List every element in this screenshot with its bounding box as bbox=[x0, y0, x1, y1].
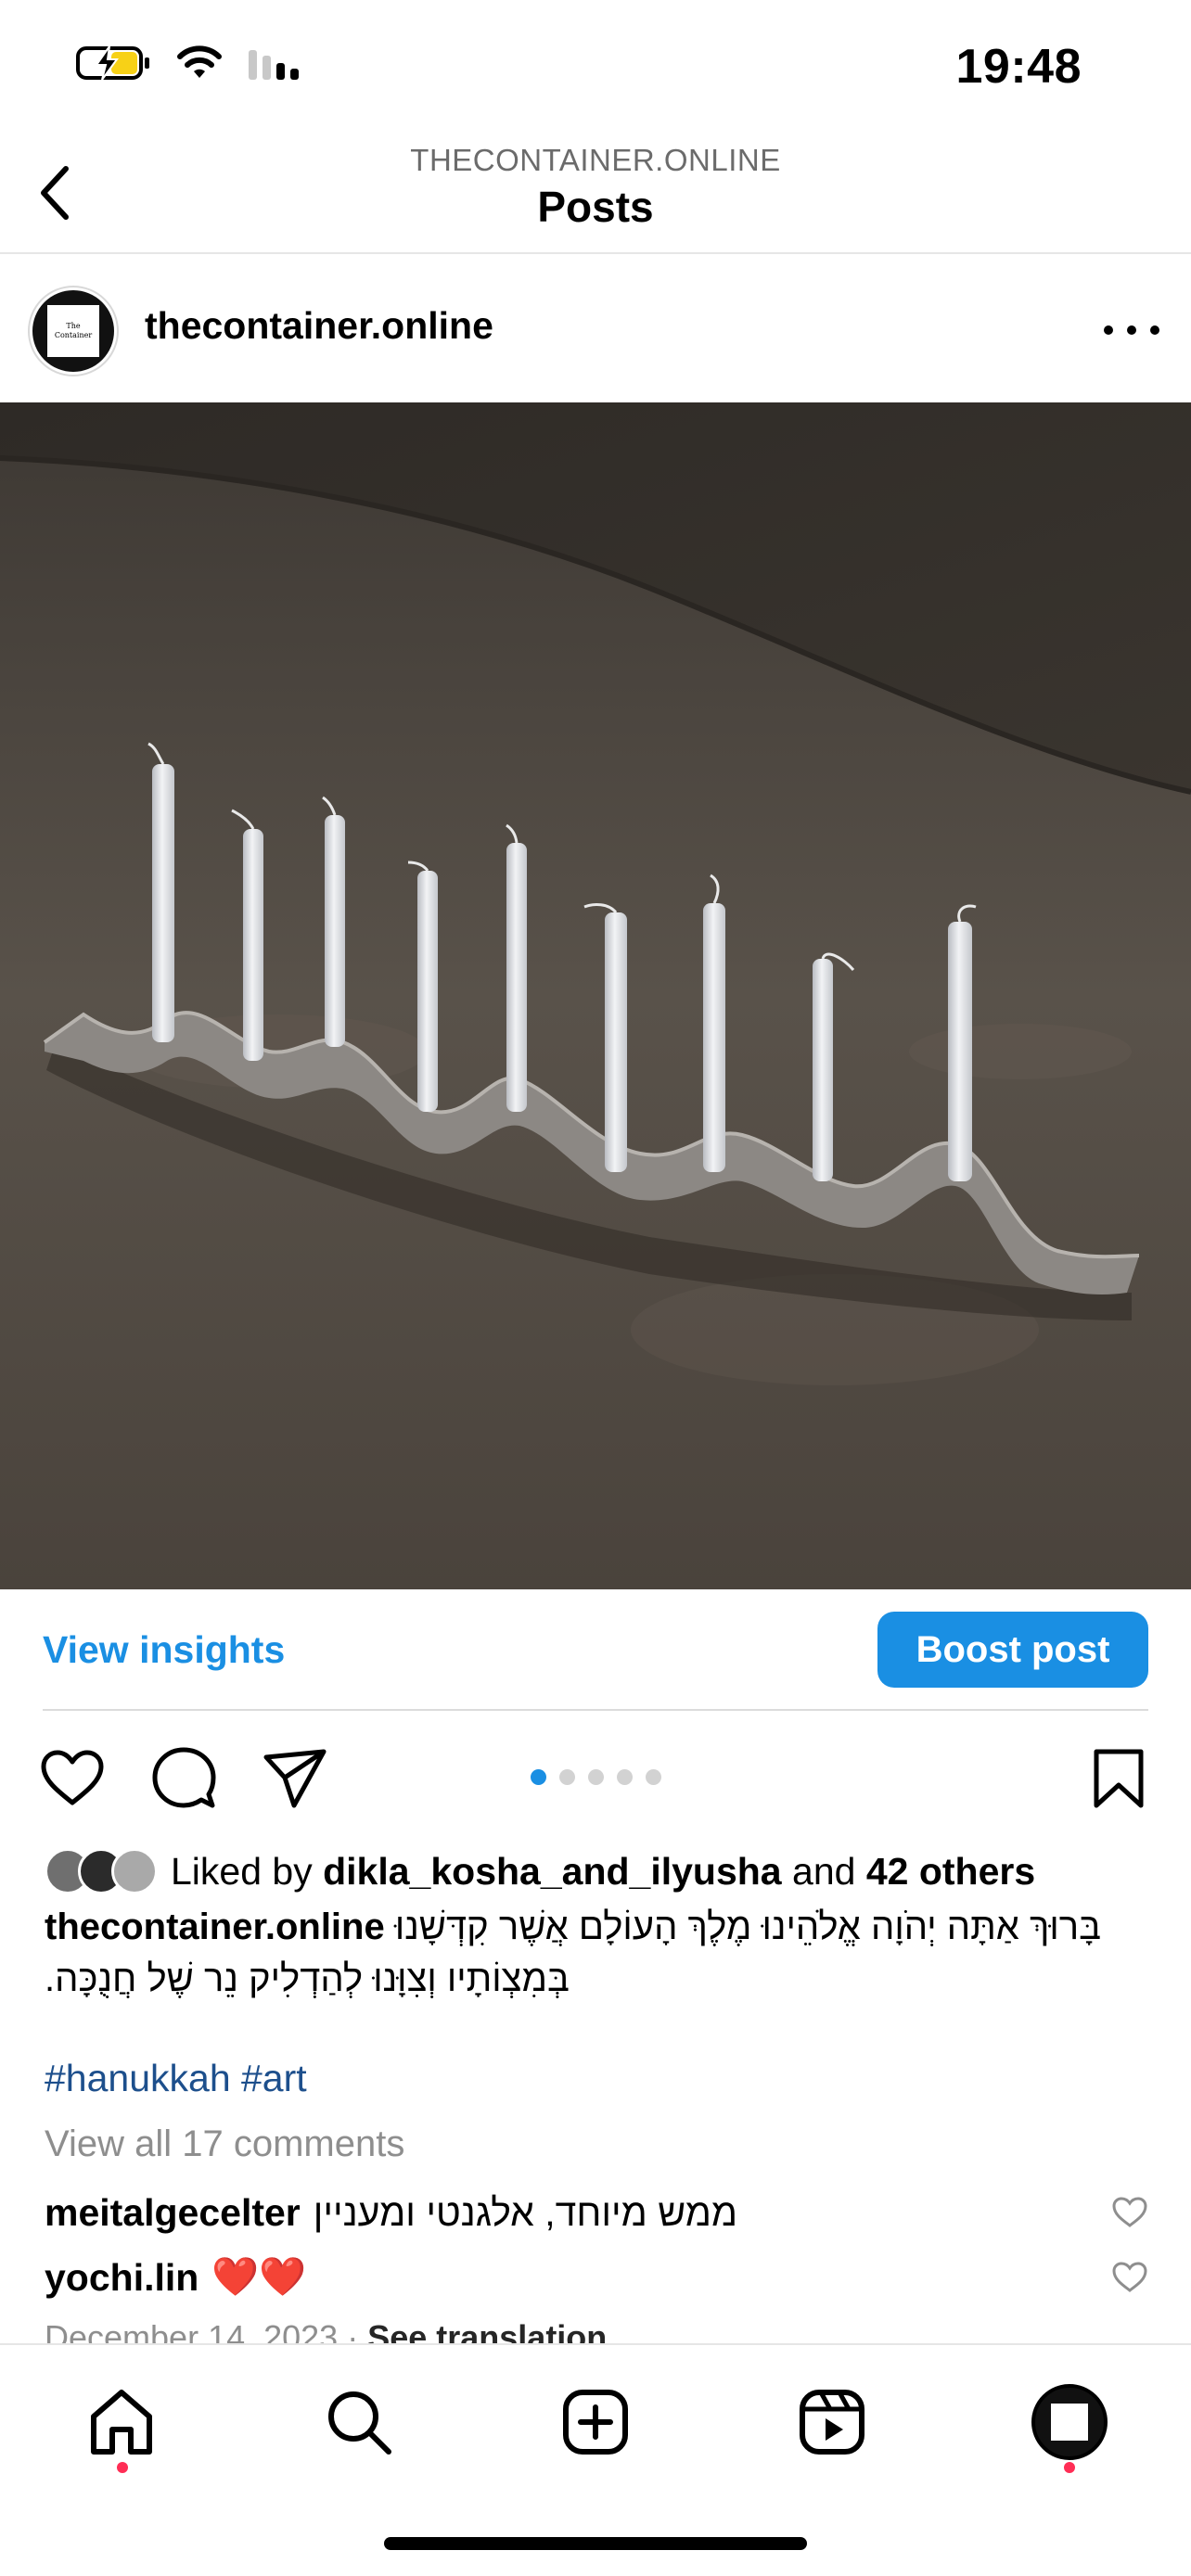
comment-bubble-icon bbox=[152, 1747, 216, 1808]
caption-username[interactable]: thecontainer.online bbox=[45, 1906, 385, 1947]
insights-row: View insights Boost post bbox=[0, 1589, 1191, 1712]
carousel-dot-active bbox=[531, 1769, 546, 1785]
post-username[interactable]: thecontainer.online bbox=[145, 304, 493, 348]
status-time: 19:48 bbox=[955, 40, 1082, 94]
home-indicator bbox=[384, 2537, 807, 2550]
comment-like-icon[interactable] bbox=[1111, 2196, 1148, 2229]
tab-profile[interactable] bbox=[1028, 2380, 1111, 2464]
tab-reels[interactable] bbox=[790, 2380, 874, 2464]
profile-avatar bbox=[1031, 2384, 1108, 2460]
cellular-signal-icon bbox=[249, 50, 299, 80]
carousel-dot bbox=[559, 1769, 575, 1785]
tab-create[interactable] bbox=[554, 2380, 637, 2464]
comment-text: ממש מיוחד, אלגנטי ומעניין bbox=[313, 2190, 738, 2234]
avatar-logo: The Container bbox=[47, 305, 99, 357]
dot-icon bbox=[1150, 325, 1159, 335]
hashtags[interactable]: #hanukkah #art bbox=[45, 2057, 307, 2100]
post-date-row: December 14, 2023 · See translation bbox=[45, 2318, 607, 2346]
likes-row[interactable]: Liked by dikla_kosha_and_ilyusha and 42 … bbox=[45, 1845, 1035, 1897]
like-button[interactable] bbox=[37, 1743, 108, 1814]
likes-others[interactable]: 42 others bbox=[866, 1850, 1035, 1893]
comment-username[interactable]: meitalgecelter bbox=[45, 2191, 301, 2235]
dot-icon bbox=[1127, 325, 1136, 335]
battery-charging-icon bbox=[76, 45, 149, 81]
likes-text: Liked by dikla_kosha_and_ilyusha and 42 … bbox=[171, 1850, 1035, 1894]
date-separator: · bbox=[338, 2318, 368, 2346]
post-caption: thecontainer.online בָּרוּךְ אַתָּה יְהֹ… bbox=[45, 1901, 1148, 2005]
view-insights-link[interactable]: View insights bbox=[43, 1628, 285, 1672]
divider bbox=[43, 1709, 1148, 1711]
post-date: December 14, 2023 bbox=[45, 2318, 339, 2346]
comment-like-icon[interactable] bbox=[1111, 2261, 1148, 2294]
tab-search[interactable] bbox=[317, 2380, 401, 2464]
liker-avatars bbox=[45, 1848, 158, 1894]
comment-button[interactable] bbox=[148, 1743, 219, 1814]
post-photo[interactable] bbox=[0, 402, 1191, 1589]
comment-row: meitalgecelter ממש מיוחד, אלגנטי ומעניין bbox=[45, 2185, 1148, 2240]
notification-dot bbox=[117, 2462, 128, 2473]
menorah-photo bbox=[0, 402, 1191, 1589]
carousel-dot bbox=[646, 1769, 661, 1785]
post-header: The Container thecontainer.online bbox=[0, 254, 1191, 402]
plus-square-icon bbox=[563, 2390, 628, 2455]
liker-avatar bbox=[111, 1848, 158, 1894]
heart-icon bbox=[41, 1750, 104, 1805]
save-button[interactable] bbox=[1083, 1743, 1154, 1814]
share-button[interactable] bbox=[260, 1743, 330, 1814]
likes-middle: and bbox=[781, 1849, 866, 1893]
see-translation-link[interactable]: See translation bbox=[367, 2318, 607, 2346]
status-icons bbox=[74, 43, 304, 83]
search-icon bbox=[328, 2391, 391, 2455]
carousel-dot bbox=[588, 1769, 604, 1785]
comment-username[interactable]: yochi.lin bbox=[45, 2256, 198, 2300]
post-actions bbox=[0, 1712, 1191, 1842]
page-title: Posts bbox=[537, 183, 654, 231]
wifi-icon bbox=[177, 45, 222, 78]
status-bar: 19:48 bbox=[0, 0, 1191, 130]
paper-plane-icon bbox=[263, 1749, 327, 1808]
more-options-button[interactable] bbox=[1104, 312, 1159, 349]
view-all-comments-link[interactable]: View all 17 comments bbox=[45, 2123, 404, 2165]
reels-icon bbox=[800, 2390, 864, 2455]
avatar[interactable]: The Container bbox=[30, 287, 117, 375]
home-icon bbox=[91, 2390, 152, 2455]
likes-prefix: Liked by bbox=[171, 1849, 324, 1893]
liker-username[interactable]: dikla_kosha_and_ilyusha bbox=[323, 1850, 782, 1893]
header: THECONTAINER.ONLINE Posts bbox=[0, 130, 1191, 254]
comment-text: ❤️❤️ bbox=[211, 2255, 307, 2298]
notification-dot bbox=[1064, 2462, 1075, 2473]
carousel-indicator bbox=[531, 1769, 661, 1785]
dot-icon bbox=[1104, 325, 1113, 335]
boost-post-button[interactable]: Boost post bbox=[877, 1612, 1148, 1688]
tab-home[interactable] bbox=[80, 2380, 163, 2464]
header-subtitle: THECONTAINER.ONLINE bbox=[410, 143, 781, 177]
bookmark-icon bbox=[1094, 1749, 1144, 1808]
carousel-dot bbox=[617, 1769, 633, 1785]
comment-row: yochi.lin ❤️❤️ bbox=[45, 2250, 1148, 2305]
